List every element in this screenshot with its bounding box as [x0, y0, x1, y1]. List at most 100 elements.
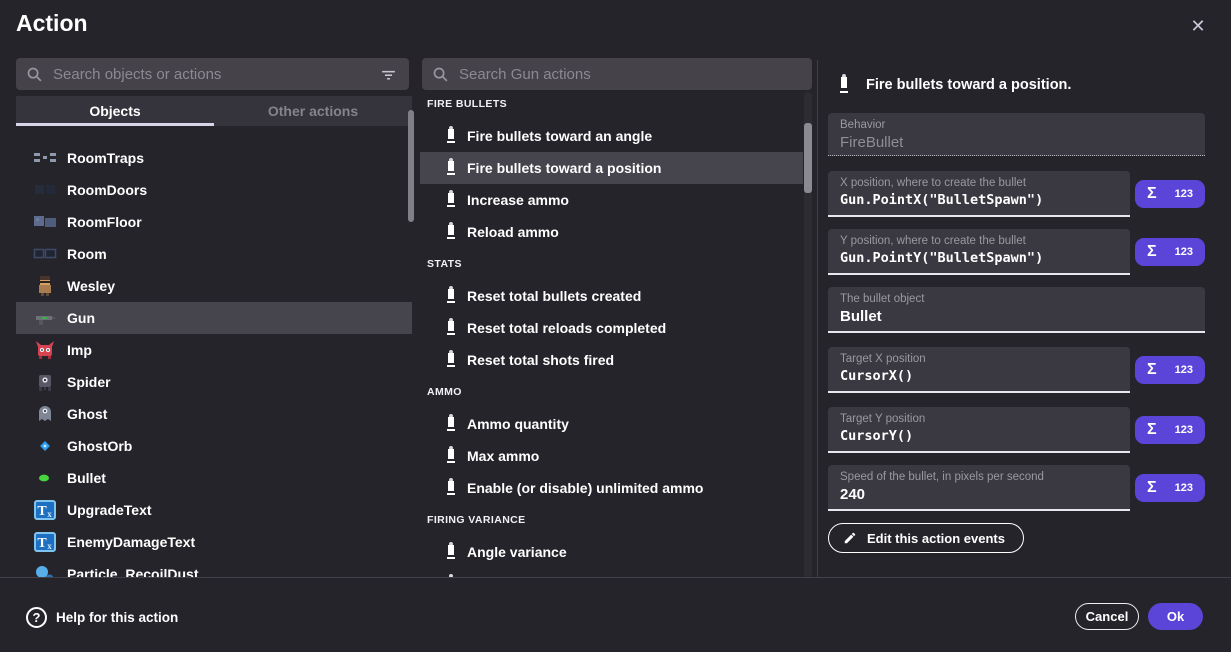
action-list-item[interactable]: Ammo quantity — [420, 408, 803, 440]
action-list-item[interactable]: Reset total shots fired — [420, 344, 803, 376]
object-item-roomdoors[interactable]: RoomDoors — [16, 174, 412, 206]
bullet-action-icon — [445, 158, 457, 178]
action-list-item[interactable]: Angle variance — [420, 536, 803, 568]
parameters-list: Behavior FireBullet X position, where to… — [828, 113, 1205, 511]
roomdoors-icon — [33, 178, 57, 202]
ghost-icon — [33, 402, 57, 426]
object-item-particle_recoildust[interactable]: Particle_RecoilDust — [16, 558, 412, 577]
action-config-panel: Fire bullets toward a position. Behavior… — [828, 60, 1205, 553]
ok-button[interactable]: Ok — [1148, 603, 1203, 630]
action-list-item[interactable]: Fire bullets toward a position — [420, 152, 803, 184]
numeric-badge: 123 — [1175, 246, 1193, 258]
parameter-field[interactable]: Target X position CursorX() — [828, 347, 1130, 393]
edit-action-events-button[interactable]: Edit this action events — [828, 523, 1024, 553]
parameter-field[interactable]: X position, where to create the bullet G… — [828, 171, 1130, 217]
svg-text:T: T — [37, 504, 47, 519]
action-list-item[interactable]: Enable (or disable) unlimited ammo — [420, 472, 803, 504]
help-button[interactable]: ? Help for this action — [26, 604, 178, 630]
bullet-action-icon — [445, 318, 457, 338]
middle-scrollbar-thumb[interactable] — [804, 123, 812, 193]
bullet-action-icon — [445, 286, 457, 306]
bullet-icon — [33, 466, 57, 490]
expression-editor-button[interactable]: Σ 123 — [1135, 180, 1205, 208]
search-icon — [26, 66, 43, 83]
action-list-item[interactable]: Max ammo — [420, 440, 803, 472]
room-icon — [33, 242, 57, 266]
actions-search-input[interactable] — [459, 66, 802, 83]
sigma-icon: Σ — [1147, 185, 1157, 203]
object-item-upgradetext[interactable]: Tx UpgradeText — [16, 494, 412, 526]
parameter-field[interactable]: Speed of the bullet, in pixels per secon… — [828, 465, 1130, 511]
expression-editor-button[interactable]: Σ 123 — [1135, 416, 1205, 444]
bullet-action-icon — [445, 414, 457, 434]
action-list-item[interactable]: Increase ammo — [420, 184, 803, 216]
cancel-button[interactable]: Cancel — [1075, 603, 1139, 630]
object-item-enemydamagetext[interactable]: Tx EnemyDamageText — [16, 526, 412, 558]
left-scrollbar-thumb[interactable] — [408, 110, 414, 222]
imp-icon — [33, 338, 57, 362]
numeric-badge: 123 — [1175, 188, 1193, 200]
action-section-header: FIRE BULLETS — [420, 88, 803, 120]
action-header: Fire bullets toward a position. — [828, 72, 1205, 98]
bullet-action-icon — [445, 542, 457, 562]
objects-search-input[interactable] — [53, 66, 378, 83]
object-item-bullet[interactable]: Bullet — [16, 462, 412, 494]
roomfloor-icon — [33, 210, 57, 234]
numeric-badge: 123 — [1175, 364, 1193, 376]
object-item-ghost[interactable]: Ghost — [16, 398, 412, 430]
sigma-icon: Σ — [1147, 479, 1157, 497]
action-title: Fire bullets toward a position. — [866, 77, 1071, 93]
object-item-spider[interactable]: Spider — [16, 366, 412, 398]
bullet-action-icon — [445, 222, 457, 242]
help-icon: ? — [26, 607, 47, 628]
bullet-action-icon — [445, 126, 457, 146]
action-list-item[interactable]: Fire bullets toward an angle — [420, 120, 803, 152]
tab-other-actions[interactable]: Other actions — [214, 96, 412, 126]
action-list-item[interactable]: Reload ammo — [420, 216, 803, 248]
expression-editor-button[interactable]: Σ 123 — [1135, 238, 1205, 266]
action-list-item[interactable]: Reset total bullets created — [420, 280, 803, 312]
object-item-roomfloor[interactable]: RoomFloor — [16, 206, 412, 238]
svg-text:x: x — [47, 509, 52, 519]
close-icon[interactable]: ✕ — [1186, 14, 1210, 38]
bullet-action-icon — [445, 478, 457, 498]
spider-icon — [33, 370, 57, 394]
bullet-action-icon — [445, 446, 457, 466]
parameter-field[interactable]: Y position, where to create the bullet G… — [828, 229, 1130, 275]
roomtraps-icon — [33, 146, 57, 170]
numeric-badge: 123 — [1175, 482, 1193, 494]
search-icon — [432, 66, 449, 83]
parameter-field[interactable]: Target Y position CursorY() — [828, 407, 1130, 453]
ghostorb-icon — [33, 434, 57, 458]
left-panel-tabs: ObjectsOther actions — [16, 96, 412, 126]
pencil-icon — [843, 531, 857, 545]
tab-objects[interactable]: Objects — [16, 96, 214, 126]
object-item-room[interactable]: Room — [16, 238, 412, 270]
action-list: FIRE BULLETS Fire bullets toward an angl… — [420, 88, 803, 577]
sigma-icon: Σ — [1147, 243, 1157, 261]
object-item-imp[interactable]: Imp — [16, 334, 412, 366]
text-icon: Tx — [33, 498, 57, 522]
parameter-field[interactable]: Behavior FireBullet — [828, 113, 1205, 156]
action-section-header: STATS — [420, 248, 803, 280]
svg-text:x: x — [47, 541, 52, 551]
expression-editor-button[interactable]: Σ 123 — [1135, 474, 1205, 502]
parameter-field[interactable]: The bullet object Bullet — [828, 287, 1205, 333]
gun-icon — [33, 306, 57, 330]
object-item-ghostorb[interactable]: GhostOrb — [16, 430, 412, 462]
page-title: Action — [16, 10, 88, 37]
objects-search-box[interactable] — [16, 58, 409, 90]
bullet-action-icon — [838, 73, 850, 97]
action-section-header: FIRING VARIANCE — [420, 504, 803, 536]
filter-icon[interactable] — [378, 64, 399, 85]
svg-text:T: T — [37, 536, 47, 551]
action-list-item[interactable]: Reset total reloads completed — [420, 312, 803, 344]
object-item-gun[interactable]: Gun — [16, 302, 412, 334]
expression-editor-button[interactable]: Σ 123 — [1135, 356, 1205, 384]
wesley-icon — [33, 274, 57, 298]
object-item-wesley[interactable]: Wesley — [16, 270, 412, 302]
action-list-item[interactable]: Speed variance — [420, 568, 803, 577]
actions-search-box[interactable] — [422, 58, 812, 90]
object-item-roomtraps[interactable]: RoomTraps — [16, 142, 412, 174]
particle-icon — [33, 562, 57, 577]
